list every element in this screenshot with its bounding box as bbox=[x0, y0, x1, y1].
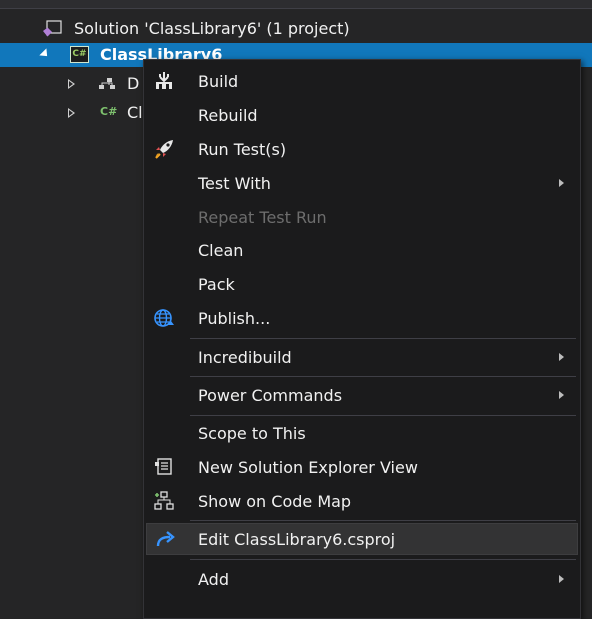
menu-item-scope-to-this[interactable]: Scope to This bbox=[146, 417, 578, 449]
menu-item-build[interactable]: Build bbox=[146, 65, 578, 97]
menu-item-new-solution-explorer-view[interactable]: New Solution Explorer View bbox=[146, 451, 578, 483]
submenu-arrow-icon bbox=[559, 353, 564, 361]
menu-separator bbox=[190, 376, 576, 377]
csharp-file-icon: C# bbox=[100, 105, 118, 118]
globe-publish-icon bbox=[154, 309, 174, 327]
menu-item-label: Scope to This bbox=[198, 424, 306, 443]
menu-item-label: Pack bbox=[198, 275, 235, 294]
menu-separator bbox=[190, 559, 576, 560]
menu-item-label: Add bbox=[198, 570, 229, 589]
expand-arrow-inner bbox=[69, 81, 73, 87]
context-menu: Build Rebuild Run Test(s) Test With Repe… bbox=[143, 59, 581, 619]
top-toolbar-strip bbox=[0, 0, 592, 9]
menu-item-label: Power Commands bbox=[198, 386, 343, 405]
menu-item-label: Show on Code Map bbox=[198, 492, 352, 511]
menu-item-label: Clean bbox=[198, 241, 244, 260]
menu-item-rebuild[interactable]: Rebuild bbox=[146, 99, 578, 131]
menu-item-edit-csproj[interactable]: Edit ClassLibrary6.csproj bbox=[146, 523, 578, 555]
code-map-icon bbox=[154, 491, 174, 510]
menu-item-pack[interactable]: Pack bbox=[146, 268, 578, 300]
dependencies-icon bbox=[99, 78, 115, 89]
menu-item-label: Build bbox=[198, 72, 239, 91]
class-file-label: Cl bbox=[127, 103, 143, 122]
visual-studio-solution-icon bbox=[43, 20, 62, 37]
menu-item-power-commands[interactable]: Power Commands bbox=[146, 379, 578, 411]
menu-item-label: Rebuild bbox=[198, 106, 258, 125]
csharp-project-icon: C# bbox=[70, 46, 89, 63]
menu-separator bbox=[190, 338, 576, 339]
edit-redo-icon bbox=[156, 531, 175, 547]
menu-item-publish[interactable]: Publish... bbox=[146, 302, 578, 334]
menu-item-test-with[interactable]: Test With bbox=[146, 167, 578, 199]
menu-item-label: Run Test(s) bbox=[198, 140, 287, 159]
dependencies-label: D bbox=[127, 74, 140, 93]
menu-item-run-tests[interactable]: Run Test(s) bbox=[146, 133, 578, 165]
solution-label: Solution 'ClassLibrary6' (1 project) bbox=[74, 19, 350, 38]
menu-item-add[interactable]: Add bbox=[146, 563, 578, 595]
tree-row-solution[interactable]: Solution 'ClassLibrary6' (1 project) bbox=[0, 17, 592, 41]
menu-item-label: Test With bbox=[198, 174, 271, 193]
menu-separator bbox=[190, 520, 576, 521]
new-view-icon bbox=[155, 458, 172, 475]
menu-item-label: Incredibuild bbox=[198, 348, 292, 367]
menu-item-label: Publish... bbox=[198, 309, 271, 328]
menu-item-clean[interactable]: Clean bbox=[146, 234, 578, 266]
menu-item-incredibuild[interactable]: Incredibuild bbox=[146, 341, 578, 373]
expand-arrow-inner bbox=[69, 110, 73, 116]
submenu-arrow-icon bbox=[559, 179, 564, 187]
collapse-arrow-icon[interactable] bbox=[39, 48, 51, 60]
menu-item-repeat-test-run: Repeat Test Run bbox=[146, 201, 578, 233]
menu-item-label: New Solution Explorer View bbox=[198, 458, 418, 477]
menu-item-show-on-code-map[interactable]: Show on Code Map bbox=[146, 485, 578, 517]
menu-separator bbox=[190, 415, 576, 416]
rocket-icon bbox=[155, 140, 173, 159]
build-icon bbox=[156, 72, 172, 89]
submenu-arrow-icon bbox=[559, 391, 564, 399]
submenu-arrow-icon bbox=[559, 575, 564, 583]
menu-item-label: Edit ClassLibrary6.csproj bbox=[198, 530, 396, 549]
menu-item-label: Repeat Test Run bbox=[198, 208, 327, 227]
